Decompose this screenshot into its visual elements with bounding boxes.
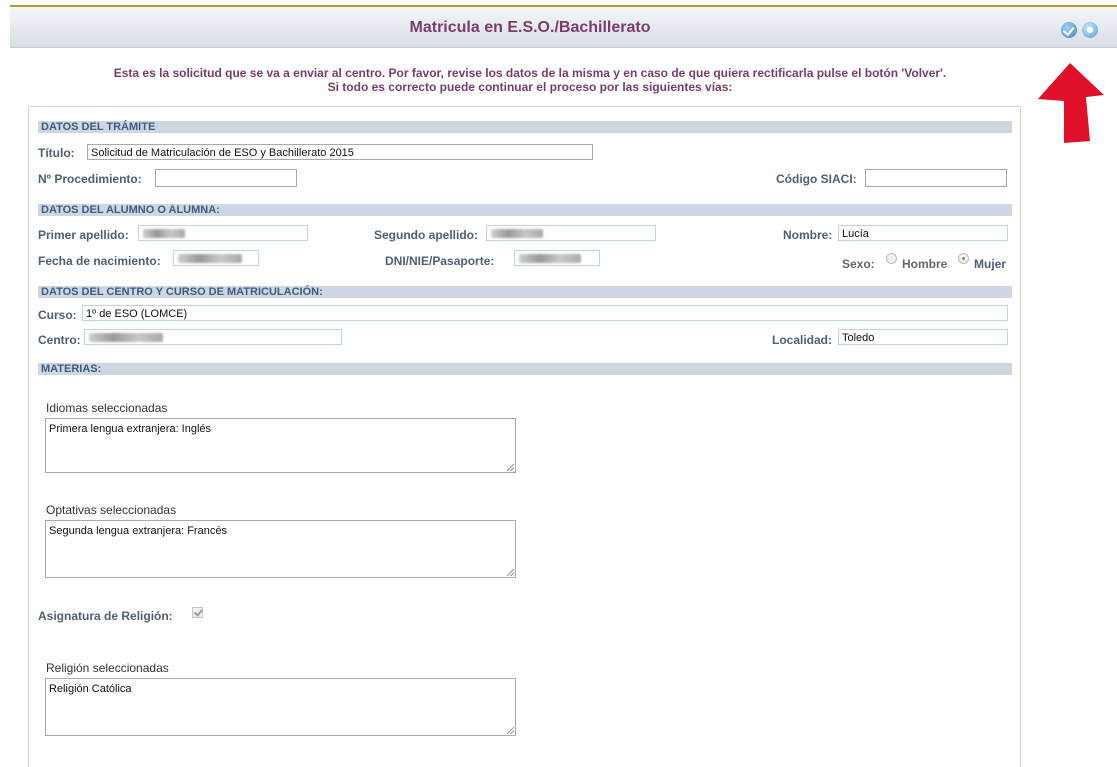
resize-grip-icon[interactable]: [507, 464, 514, 471]
redacted-value: [519, 254, 581, 263]
dni-field[interactable]: [514, 250, 600, 266]
siaci-label: Código SIACI:: [776, 172, 857, 186]
siaci-field[interactable]: [865, 169, 1007, 187]
primer-apellido-label: Primer apellido:: [38, 228, 129, 242]
idiomas-label: Idiomas seleccionadas: [46, 401, 168, 415]
procedimiento-label: Nº Procedimiento:: [38, 172, 142, 186]
centro-label: Centro:: [38, 333, 81, 347]
nombre-label: Nombre:: [783, 228, 833, 242]
idiomas-textarea[interactable]: Primera lengua extranjera: Inglés: [45, 418, 516, 473]
redacted-value: [178, 254, 242, 263]
religion-check-label: Asignatura de Religión:: [38, 609, 173, 623]
resize-grip-icon[interactable]: [507, 569, 514, 576]
religion-value: Religión Católica: [49, 683, 132, 695]
page-header: Matricula en E.S.O./Bachillerato: [10, 7, 1117, 48]
localidad-label: Localidad:: [772, 333, 833, 347]
fecha-nacimiento-field[interactable]: [173, 250, 259, 266]
redacted-value: [491, 229, 543, 238]
redacted-value: [143, 229, 185, 238]
procedimiento-field[interactable]: [155, 169, 297, 187]
notice-line-2: Si todo es correcto puede continuar el p…: [327, 80, 733, 94]
titulo-label: Título:: [38, 146, 75, 160]
red-arrow-icon: [1038, 63, 1104, 143]
notice-line-1: Esta es la solicitud que se va a enviar …: [113, 66, 947, 80]
mujer-label: Mujer: [974, 257, 1007, 271]
optativas-value: Segunda lengua extranjera: Francés: [49, 525, 227, 537]
curso-label: Curso:: [38, 308, 77, 322]
next-step-icon[interactable]: [1082, 22, 1098, 38]
religion-textarea[interactable]: Religión Católica: [45, 678, 516, 736]
sexo-label: Sexo:: [842, 257, 875, 271]
localidad-field[interactable]: Toledo: [838, 329, 1008, 345]
section-alumno: DATOS DEL ALUMNO O ALUMNA:: [38, 204, 1012, 216]
hombre-label: Hombre: [902, 257, 948, 271]
curso-field[interactable]: 1º de ESO (LOMCE): [82, 305, 1008, 321]
optativas-label: Optativas seleccionadas: [46, 503, 177, 517]
optativas-textarea[interactable]: Segunda lengua extranjera: Francés: [45, 520, 516, 578]
religion-label: Religión seleccionadas: [46, 661, 169, 675]
section-tramite: DATOS DEL TRÁMITE: [38, 121, 1012, 133]
confirm-check-icon[interactable]: [1061, 22, 1077, 38]
mujer-radio[interactable]: [958, 253, 969, 264]
segundo-apellido-field[interactable]: [486, 225, 656, 241]
dni-label: DNI/NIE/Pasaporte:: [385, 254, 495, 268]
fecha-nacimiento-label: Fecha de nacimiento:: [38, 254, 161, 268]
nombre-field[interactable]: Lucía: [838, 225, 1008, 241]
religion-checkbox[interactable]: [192, 607, 203, 618]
segundo-apellido-label: Segundo apellido:: [374, 228, 478, 242]
hombre-radio[interactable]: [886, 253, 897, 264]
idiomas-value: Primera lengua extranjera: Inglés: [49, 423, 212, 435]
primer-apellido-field[interactable]: [138, 225, 308, 241]
section-centro: DATOS DEL CENTRO Y CURSO DE MATRICULACIÓ…: [38, 286, 1012, 298]
resize-grip-icon[interactable]: [507, 727, 514, 734]
centro-field[interactable]: [84, 329, 342, 345]
section-materias: MATERIAS:: [38, 363, 1012, 375]
titulo-field[interactable]: Solicitud de Matriculación de ESO y Bach…: [87, 144, 593, 160]
page-title: Matricula en E.S.O./Bachillerato: [409, 19, 651, 36]
redacted-value: [89, 333, 163, 342]
